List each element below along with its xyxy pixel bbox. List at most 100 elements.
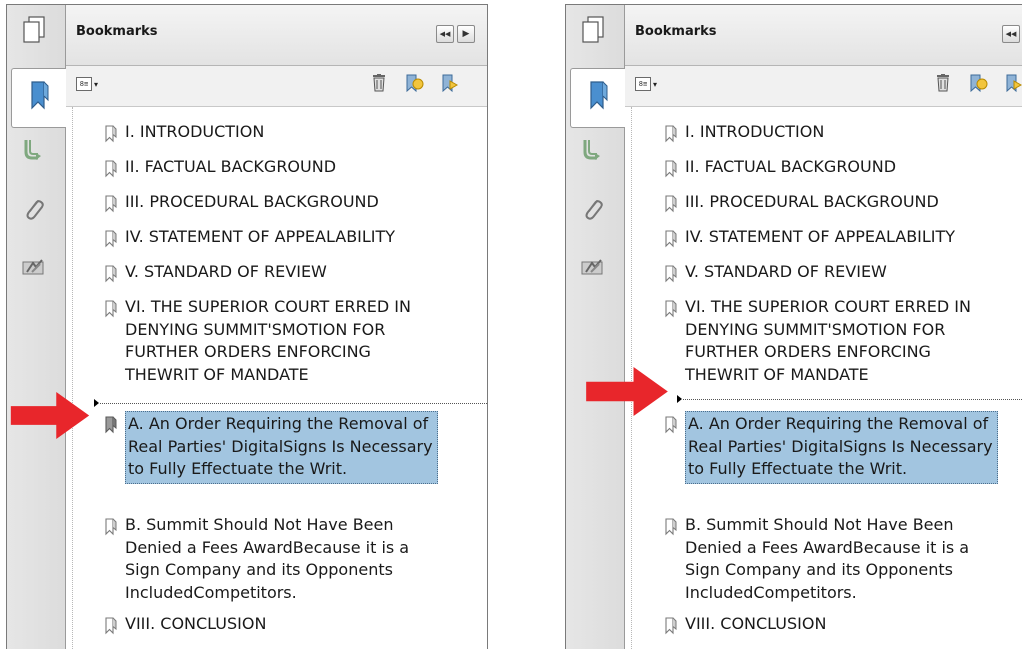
bookmark-label: I. INTRODUCTION bbox=[125, 121, 264, 144]
new-bookmark-button[interactable] bbox=[968, 73, 988, 97]
bookmark-icon bbox=[664, 160, 678, 178]
bookmark-label-line: Real Parties' DigitalSigns Is Necessary bbox=[688, 436, 993, 456]
drop-marker-line bbox=[683, 399, 1022, 400]
bookmark-label-line: B. Summit Should Not Have Been bbox=[125, 515, 394, 534]
signatures-button[interactable] bbox=[578, 137, 608, 167]
bookmark-label-line: B. Summit Should Not Have Been bbox=[685, 515, 954, 534]
bookmark-expand-icon bbox=[1004, 73, 1022, 97]
options-dropdown-button[interactable]: 8≡ ▾ bbox=[76, 77, 98, 91]
layers-button[interactable] bbox=[578, 255, 608, 285]
bookmark-label: II. FACTUAL BACKGROUND bbox=[685, 156, 896, 179]
bookmark-label-line: Real Parties' DigitalSigns Is Necessary bbox=[128, 436, 433, 456]
drop-marker-triangle bbox=[677, 395, 682, 403]
bookmark-icon bbox=[664, 125, 678, 143]
bookmark-label-line: THEWRIT OF MANDATE bbox=[685, 364, 869, 384]
rewind-icon[interactable]: ◀◀ bbox=[436, 25, 454, 43]
trash-icon bbox=[935, 74, 951, 96]
bookmarks-header: Bookmarks ◀◀▶ bbox=[66, 5, 487, 66]
bookmark-label: A. An Order Requiring the Removal of Real… bbox=[685, 411, 998, 484]
bookmark-label-line: Denied a Fees AwardBecause it is a bbox=[685, 537, 970, 557]
expand-bookmark-button[interactable] bbox=[440, 73, 460, 97]
expand-bookmark-button[interactable] bbox=[1004, 73, 1022, 97]
bookmark-icon bbox=[104, 160, 118, 178]
bookmark-label-line: Sign Company and its Opponents bbox=[685, 560, 953, 579]
bookmark-label: V. STANDARD OF REVIEW bbox=[685, 261, 887, 284]
bookmark-label-line: FURTHER ORDERS ENFORCING bbox=[125, 342, 371, 361]
bookmark-label: VIII. CONCLUSION bbox=[685, 613, 826, 636]
bookmark-label: IV. STATEMENT OF APPEALABILITY bbox=[685, 226, 955, 249]
new-bookmark-button[interactable] bbox=[404, 73, 424, 97]
bookmark-label-line: V. STANDARD OF REVIEW bbox=[125, 262, 327, 281]
bookmark-label-line: THEWRIT OF MANDATE bbox=[125, 364, 309, 384]
layers-button[interactable] bbox=[19, 255, 49, 285]
bookmark-label: VIII. CONCLUSION bbox=[125, 613, 266, 636]
bookmark-icon bbox=[104, 617, 118, 635]
bookmark-label-line: to Fully Effectuate the Writ. bbox=[688, 459, 908, 478]
bookmark-icon bbox=[664, 518, 678, 536]
annotation-arrow bbox=[582, 367, 672, 420]
bookmarks-toolbar: 8≡ ▾ bbox=[625, 66, 1022, 107]
bookmark-label: I. INTRODUCTION bbox=[685, 121, 824, 144]
bookmark-label-line: III. PROCEDURAL BACKGROUND bbox=[125, 192, 379, 211]
bookmark-icon bbox=[664, 300, 678, 318]
bookmark-label-line: IncludedCompetitors. bbox=[125, 582, 297, 602]
bookmark-label: II. FACTUAL BACKGROUND bbox=[125, 156, 336, 179]
signatures-button[interactable] bbox=[19, 137, 49, 167]
panel-title: Bookmarks bbox=[76, 24, 158, 39]
attachments-icon bbox=[581, 196, 605, 228]
delete-bookmark-button[interactable] bbox=[933, 74, 953, 96]
navigation-pane-strip bbox=[7, 5, 66, 649]
bookmark-label: VI. THE SUPERIOR COURT ERRED IN DENYING S… bbox=[125, 296, 411, 386]
bookmark-label-line: I. INTRODUCTION bbox=[125, 122, 265, 141]
bookmarks-header: Bookmarks◀◀▶ bbox=[625, 5, 1022, 66]
bookmark-label-line: II. FACTUAL BACKGROUND bbox=[125, 157, 337, 176]
attachments-button[interactable] bbox=[19, 197, 49, 227]
bookmark-expand-icon bbox=[440, 73, 460, 97]
annotation-arrow bbox=[7, 392, 93, 443]
bookmark-label-line: IV. STATEMENT OF APPEALABILITY bbox=[125, 227, 396, 246]
pages-button[interactable] bbox=[578, 16, 608, 47]
bookmark-label-line: VI. THE SUPERIOR COURT ERRED IN bbox=[685, 297, 971, 316]
bookmarks-icon bbox=[586, 80, 610, 116]
panel-title: Bookmarks bbox=[635, 24, 717, 39]
options-dropdown-button[interactable]: 8≡ ▾ bbox=[635, 77, 657, 91]
bookmarks-tab[interactable] bbox=[570, 68, 625, 128]
bookmark-label: VI. THE SUPERIOR COURT ERRED IN DENYING S… bbox=[685, 296, 971, 386]
bookmark-tree: I. INTRODUCTION II. FACTUAL BACKGROUND III… bbox=[72, 107, 487, 649]
layers-icon bbox=[21, 257, 47, 283]
bookmark-label-line: I. INTRODUCTION bbox=[685, 122, 825, 141]
bookmark-label: III. PROCEDURAL BACKGROUND bbox=[685, 191, 939, 214]
bookmark-label-line: V. STANDARD OF REVIEW bbox=[685, 262, 887, 281]
bookmark-label-line: VIII. CONCLUSION bbox=[125, 614, 267, 633]
navigation-pane-strip bbox=[566, 5, 625, 649]
bookmark-label: IV. STATEMENT OF APPEALABILITY bbox=[125, 226, 395, 249]
bookmarks-icon bbox=[27, 80, 51, 116]
bookmark-label-line: DENYING SUMMIT'SMOTION FOR bbox=[685, 319, 946, 339]
bookmark-label-line: DENYING SUMMIT'SMOTION FOR bbox=[125, 319, 386, 339]
bookmark-label-line: Sign Company and its Opponents bbox=[125, 560, 393, 579]
attachments-icon bbox=[22, 196, 46, 228]
options-list-icon: 8≡ bbox=[76, 77, 92, 91]
bookmark-label-line: A. An Order Requiring the Removal of bbox=[128, 414, 429, 433]
bookmark-label-line: II. FACTUAL BACKGROUND bbox=[685, 157, 897, 176]
bookmarks-tab[interactable] bbox=[11, 68, 66, 128]
rewind-icon[interactable]: ◀◀ bbox=[1002, 25, 1020, 43]
signatures-icon bbox=[22, 137, 46, 167]
bookmark-icon bbox=[104, 230, 118, 248]
bookmarks-panel-left: Bookmarks ◀◀ ▶ 8≡ ▾ I. INTRODUCTION II. FACTUA… bbox=[6, 4, 488, 649]
delete-bookmark-button[interactable] bbox=[369, 74, 389, 95]
bookmark-icon bbox=[664, 617, 678, 635]
new-bookmark-icon bbox=[968, 73, 988, 97]
layers-icon bbox=[580, 257, 606, 283]
bookmark-label: A. An Order Requiring the Removal of Real… bbox=[125, 411, 438, 484]
bookmark-label-line: IncludedCompetitors. bbox=[685, 582, 857, 602]
options-list-icon: 8≡ bbox=[635, 77, 651, 91]
new-bookmark-icon bbox=[404, 73, 424, 97]
bookmarks-panel-right: Bookmarks◀◀▶8≡▾I. INTRODUCTIONII. FACTUA… bbox=[565, 4, 1022, 649]
attachments-button[interactable] bbox=[578, 197, 608, 227]
bookmark-label: B. Summit Should Not Have Been Denied a F… bbox=[685, 514, 969, 604]
play-icon[interactable]: ▶ bbox=[457, 25, 475, 43]
bookmark-label-line: FURTHER ORDERS ENFORCING bbox=[685, 342, 931, 361]
bookmark-label: V. STANDARD OF REVIEW bbox=[125, 261, 327, 284]
pages-button[interactable] bbox=[19, 16, 49, 47]
